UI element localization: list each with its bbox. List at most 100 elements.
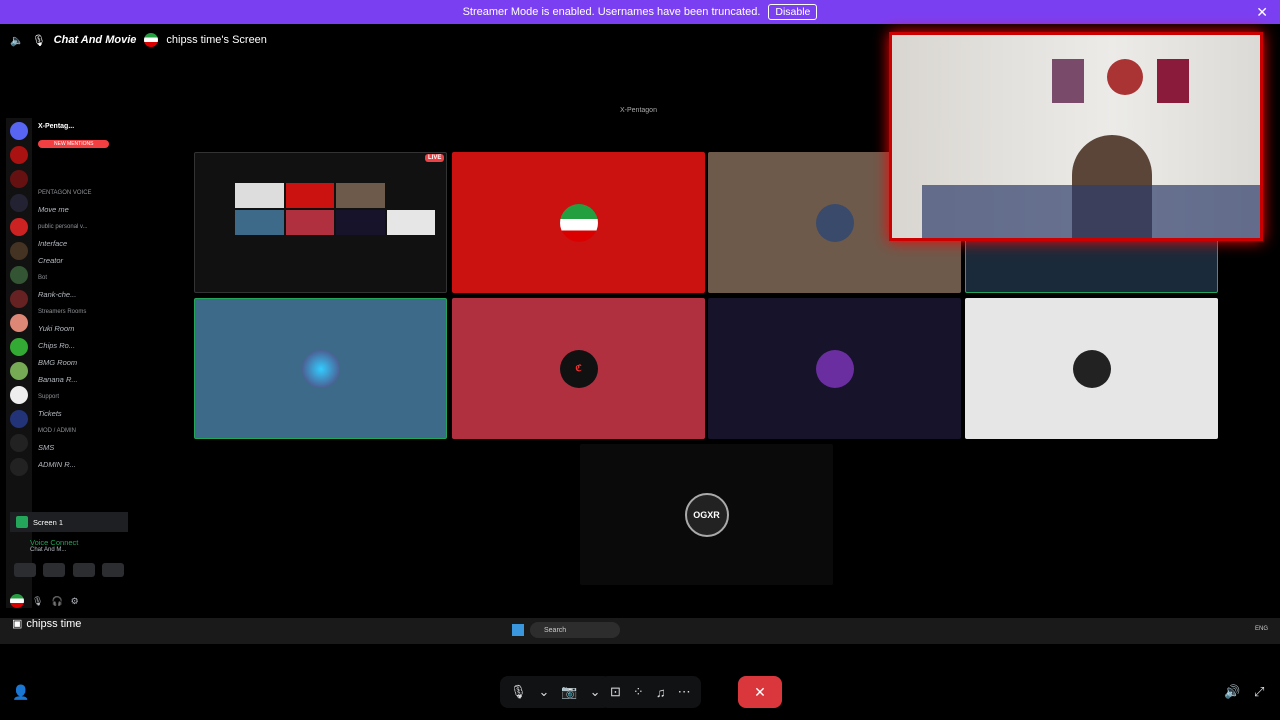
channel-item[interactable]: Rank-che... [38,286,130,303]
activities-button[interactable] [72,563,95,577]
channel-item[interactable]: Creator [38,252,130,269]
soundboard-icon[interactable]: ♫ [656,685,666,700]
server-icon [10,338,28,356]
channel-item[interactable]: BMG Room [38,354,130,371]
channel-name: Chat And Movie [53,34,137,46]
poster [1052,59,1084,103]
screen-owner: chipss time's Screen [166,34,267,46]
channel-item[interactable]: ADMIN R... [38,456,130,473]
add-user-icon[interactable]: 👤 [12,684,29,701]
avatar: ℭ [559,349,598,388]
category-label[interactable]: Support [38,388,130,405]
server-icon [10,194,28,212]
screen-icon [16,516,28,528]
discord-home-icon [10,122,28,140]
speaker-icon[interactable]: 🔈 [10,34,24,47]
category-label[interactable]: PENTAGON VOICE [38,184,130,201]
screen-owner-label: ▣ chipss time [12,617,82,631]
channel-item[interactable]: Banana R... [38,371,130,388]
volume-icon[interactable]: 🔊 [1224,684,1240,700]
poster [1107,59,1143,95]
server-icon [10,362,28,380]
live-badge: LIVE [425,154,445,162]
camera-off-icon[interactable]: 📷 [561,684,577,700]
voice-connected-panel: Voice Connect Chat And M... [30,538,79,553]
screen-share-label[interactable]: Screen 1 [10,512,128,532]
participant-tile[interactable]: OGXR [580,444,833,585]
channel-item[interactable]: Move me [38,201,130,218]
avatar [144,33,159,47]
category-label[interactable]: MOD / ADMIN [38,422,130,439]
category-label[interactable]: Streamers Rooms [38,303,130,320]
headphones-icon[interactable]: 🎧 [51,596,62,607]
activity-group: ⊡ ⁘ ♫ ⋯ [600,676,701,708]
activities-icon[interactable]: ⁘ [633,684,644,700]
webcam-overlay [889,32,1263,241]
server-icon [10,170,28,188]
shared-window-title: X-Pentagon [620,107,657,114]
new-mentions-badge[interactable]: NEW MENTIONS [38,139,110,148]
fullscreen-icon[interactable]: ⤢ [1254,684,1264,700]
server-icon [10,290,28,308]
participant-tile[interactable] [194,298,447,439]
windows-icon [512,624,524,636]
windows-taskbar [0,618,1280,644]
avatar [1072,349,1111,388]
mic-icon[interactable]: 🎙 [32,596,43,607]
participant-tile[interactable] [708,298,961,439]
category-label[interactable]: public personal v... [38,218,130,235]
mic-icon[interactable]: 🎙 [510,684,527,700]
disable-button[interactable]: Disable [768,4,818,20]
end-call-button[interactable]: ✕ [738,676,782,708]
system-tray: ENG [1254,626,1268,632]
shared-discord-sidebar: X-Pentag... NEW MENTIONS PENTAGON VOICE M… [6,118,130,618]
voice-channel-icon: 🎙 [31,34,46,47]
taskbar-search: Search [530,622,620,638]
channel-list: X-Pentag... NEW MENTIONS PENTAGON VOICE M… [38,118,130,473]
avatar [559,203,598,242]
channel-item[interactable]: Yuki Room [38,320,130,337]
channel-item[interactable]: Interface [38,235,130,252]
server-icon [10,266,28,284]
soundboard-button[interactable] [102,563,125,577]
participant-tile[interactable] [965,298,1218,439]
streamer-mode-banner: Streamer Mode is enabled. Usernames have… [0,0,1280,24]
avatar [301,349,340,388]
server-icon [10,410,28,428]
poster [1157,59,1189,103]
avatar: OGXR [684,492,729,537]
server-name[interactable]: X-Pentag... [38,118,130,135]
channel-item[interactable]: Chips Ro... [38,337,130,354]
category-label[interactable]: Bot [38,269,130,286]
chevron-down-icon[interactable]: ⌄ [590,684,601,700]
more-icon[interactable]: ⋯ [678,684,691,700]
voice-buttons [10,563,128,577]
bed [922,185,1260,238]
close-icon[interactable]: ✕ [1256,4,1268,21]
mini-grid [235,183,435,235]
participant-tile[interactable] [452,152,705,293]
gear-icon[interactable]: ⚙ [71,596,79,607]
user-bar: 🎙 🎧 ⚙ [10,592,128,610]
server-icon [10,218,28,236]
server-icon [10,146,28,164]
screen-share-button[interactable] [43,563,66,577]
server-icon [10,434,28,452]
server-icon [10,386,28,404]
screen-preview-tile[interactable] [194,152,447,293]
channel-item[interactable]: Tickets [38,405,130,422]
screen-icon: ▣ [12,618,23,630]
participant-tile[interactable]: ℭ [452,298,705,439]
server-icon [10,242,28,260]
avatar [10,594,24,608]
server-icon [10,458,28,476]
banner-text: Streamer Mode is enabled. Usernames have… [462,6,761,18]
call-controls: 👤 🎙 ⌄ 📷 ⌄ ⊡ ⁘ ♫ ⋯ ✕ 🔊 ⤢ [0,672,1280,712]
server-icon [10,314,28,332]
avatar [815,203,854,242]
channel-item[interactable]: SMS [38,439,130,456]
chevron-down-icon[interactable]: ⌄ [539,684,550,700]
server-list [6,118,32,608]
camera-button[interactable] [13,563,36,577]
screen-share-icon[interactable]: ⊡ [610,684,621,700]
